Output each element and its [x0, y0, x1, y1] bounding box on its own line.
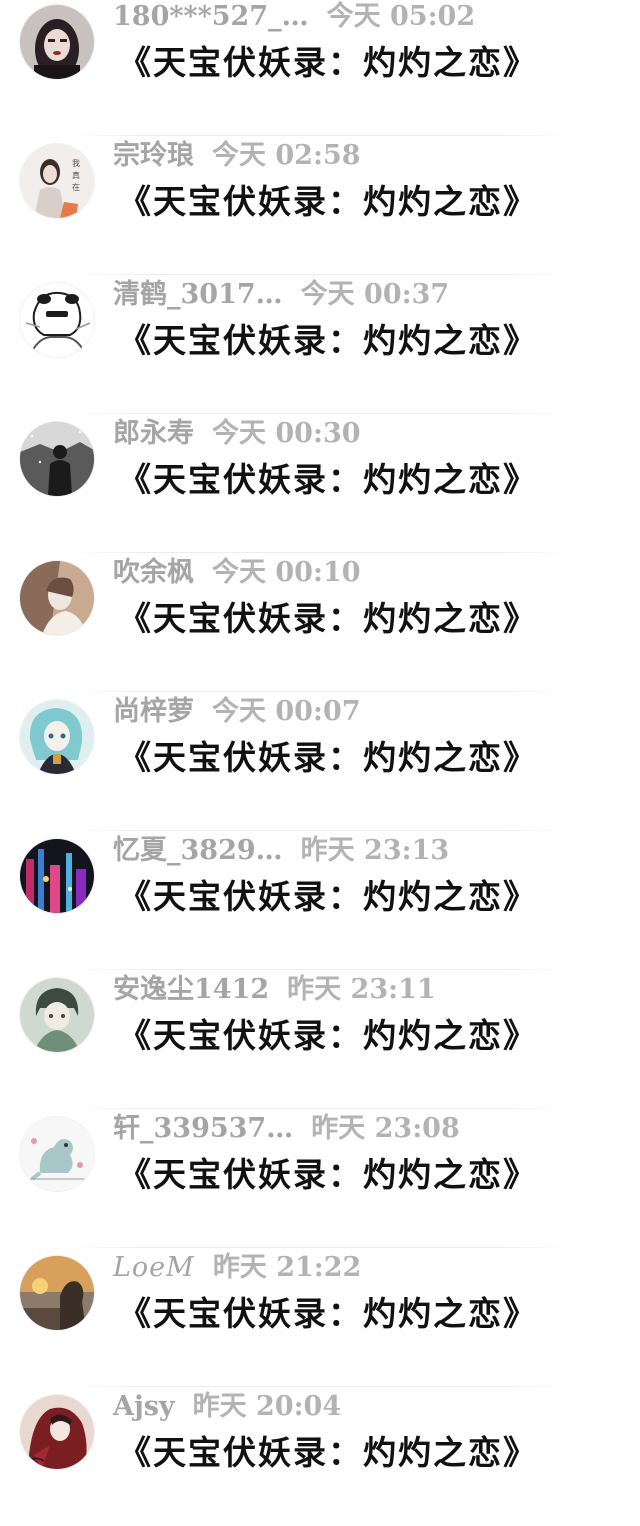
sender-name[interactable]: 安逸尘1412	[113, 972, 269, 1008]
timestamp: 今天 00:37	[300, 279, 450, 310]
timestamp: 昨天 20:04	[192, 1391, 342, 1422]
list-item[interactable]: 忆夏_3829… 昨天 23:13 《天宝伏妖录：灼灼之恋》	[0, 831, 640, 970]
sender-name[interactable]: 尚梓萝	[113, 694, 194, 730]
message-meta: 宗玲琅 今天 02:58	[113, 138, 361, 174]
message-text: 《天宝伏妖录：灼灼之恋》	[118, 1294, 538, 1333]
list-item[interactable]: 180***527_… 今天 05:02 《天宝伏妖录：灼灼之恋》	[0, 0, 640, 136]
sender-name[interactable]: 忆夏_3829…	[113, 833, 283, 869]
timestamp: 今天 05:02	[326, 1, 476, 32]
message-text: 《天宝伏妖录：灼灼之恋》	[118, 321, 538, 360]
message-meta: 郎永寿 今天 00:30	[113, 416, 361, 452]
message-meta: 忆夏_3829… 昨天 23:13	[113, 833, 449, 869]
avatar-portrait-warm-icon[interactable]	[20, 561, 94, 635]
sender-name[interactable]: 郎永寿	[113, 416, 194, 452]
avatar-sketch-character-icon[interactable]	[20, 283, 94, 357]
avatar-neon-city-icon[interactable]	[20, 839, 94, 913]
sender-name[interactable]: 宗玲琅	[113, 138, 194, 174]
message-meta: 轩_339537… 昨天 23:08	[113, 1111, 460, 1147]
avatar-cute-dinosaur-icon[interactable]	[20, 1117, 94, 1191]
sender-name[interactable]: 清鹤_3017…	[113, 277, 283, 313]
timestamp: 今天 00:07	[212, 696, 361, 727]
list-item[interactable]: 尚梓萝 今天 00:07 《天宝伏妖录：灼灼之恋》	[0, 692, 640, 831]
svg-text:我: 我	[72, 158, 80, 168]
sender-name[interactable]: Ajsy	[113, 1389, 175, 1425]
message-meta: 安逸尘1412 昨天 23:11	[113, 972, 436, 1008]
list-item[interactable]: 吹余枫 今天 00:10 《天宝伏妖录：灼灼之恋》	[0, 553, 640, 692]
sender-name[interactable]: 轩_339537…	[113, 1111, 293, 1147]
message-text: 《天宝伏妖录：灼灼之恋》	[118, 182, 538, 221]
avatar-sunset-profile-icon[interactable]	[20, 1256, 94, 1330]
message-text: 《天宝伏妖录：灼灼之恋》	[118, 738, 538, 777]
list-item[interactable]: 轩_339537… 昨天 23:08 《天宝伏妖录：灼灼之恋》	[0, 1109, 640, 1248]
message-text: 《天宝伏妖录：灼灼之恋》	[118, 1016, 538, 1055]
avatar-anime-boy-green-icon[interactable]	[20, 978, 94, 1052]
message-text: 《天宝伏妖录：灼灼之恋》	[118, 460, 538, 499]
timestamp: 昨天 23:11	[287, 974, 436, 1005]
list-item[interactable]: Ajsy 昨天 20:04 《天宝伏妖录：灼灼之恋》	[0, 1387, 640, 1526]
list-item[interactable]: 我真在 宗玲琅 今天 02:58 《天宝伏妖录：灼灼之恋》	[0, 136, 640, 275]
sender-name[interactable]: 吹余枫	[113, 555, 194, 591]
list-item[interactable]: 郎永寿 今天 00:30 《天宝伏妖录：灼灼之恋》	[0, 414, 640, 553]
avatar-girl-red-lips-icon[interactable]	[20, 5, 94, 79]
message-text: 《天宝伏妖录：灼灼之恋》	[118, 1155, 538, 1194]
message-meta: Ajsy 昨天 20:04	[113, 1389, 341, 1425]
sender-name[interactable]: LoeM	[113, 1250, 195, 1286]
timestamp: 昨天 21:22	[212, 1252, 362, 1283]
list-item[interactable]: 清鹤_3017… 今天 00:37 《天宝伏妖录：灼灼之恋》	[0, 275, 640, 414]
timestamp: 昨天 23:08	[311, 1113, 460, 1144]
message-text: 《天宝伏妖录：灼灼之恋》	[118, 599, 538, 638]
timestamp: 今天 00:30	[212, 418, 361, 449]
sender-name[interactable]: 180***527_…	[113, 0, 309, 35]
avatar-snow-figure-icon[interactable]	[20, 422, 94, 496]
message-meta: 清鹤_3017… 今天 00:37	[113, 277, 449, 313]
avatar-girl-white-dress-icon[interactable]: 我真在	[20, 144, 94, 218]
avatar-anime-teal-hair-icon[interactable]	[20, 700, 94, 774]
message-meta: LoeM 昨天 21:22	[113, 1250, 361, 1286]
avatar-red-costume-icon[interactable]	[20, 1395, 94, 1469]
list-item[interactable]: 安逸尘1412 昨天 23:11 《天宝伏妖录：灼灼之恋》	[0, 970, 640, 1109]
message-text: 《天宝伏妖录：灼灼之恋》	[118, 1433, 538, 1472]
message-meta: 吹余枫 今天 00:10	[113, 555, 361, 591]
message-meta: 180***527_… 今天 05:02	[113, 0, 475, 35]
svg-text:真: 真	[72, 170, 80, 180]
message-text: 《天宝伏妖录：灼灼之恋》	[118, 877, 538, 916]
svg-text:在: 在	[72, 182, 80, 192]
message-list: 180***527_… 今天 05:02 《天宝伏妖录：灼灼之恋》 我真在 宗玲琅…	[0, 0, 640, 1526]
list-item[interactable]: LoeM 昨天 21:22 《天宝伏妖录：灼灼之恋》	[0, 1248, 640, 1387]
timestamp: 今天 00:10	[212, 557, 361, 588]
message-text: 《天宝伏妖录：灼灼之恋》	[118, 43, 538, 82]
timestamp: 今天 02:58	[212, 140, 361, 171]
timestamp: 昨天 23:13	[300, 835, 450, 866]
message-meta: 尚梓萝 今天 00:07	[113, 694, 361, 730]
